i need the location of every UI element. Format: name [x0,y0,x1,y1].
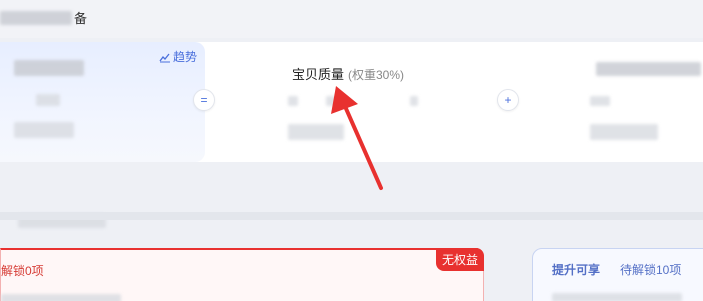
quality-metric-title: 宝贝质量 (权重30%) [292,64,404,83]
quality-title-text: 宝贝质量 [292,67,345,82]
blurred-header-text [0,10,72,25]
blurred-promo-item [552,293,682,301]
plus-operator: + [497,89,519,111]
promo-subtitle: 待解锁10项 [620,263,682,277]
promo-card[interactable]: 提升可享 待解锁10项 [532,248,703,301]
quality-weight: (权重30%) [348,68,405,82]
blurred-metric-label [14,60,84,76]
metric-total-panel: 趋势 [0,42,205,162]
blurred-metric-value [14,122,74,138]
blurred-quality-sublabel-1 [288,96,298,106]
blurred-metric-sublabel [36,94,60,106]
top-bar: 备 [0,0,703,38]
unlock-alert-card: 解锁0项 无权益 [0,248,484,301]
blurred-right-metric-title [596,62,701,76]
section-divider [0,212,703,220]
blurred-right-metric-sublabel [590,96,610,106]
blurred-quality-sublabel-2 [326,96,342,106]
unlock-count-text: 解锁0项 [1,264,44,278]
promo-title: 提升可享 [552,263,601,277]
equal-operator: = [193,89,215,111]
blurred-alert-description [1,294,121,301]
trend-chart-icon [159,53,170,62]
page-header: 备 [0,8,87,27]
promo-item-row [552,293,682,301]
header-title-suffix: 备 [74,11,88,26]
blurred-quality-sublabel-3 [410,96,418,106]
trend-link[interactable]: 趋势 [159,48,197,65]
blurred-right-metric-value [590,124,658,140]
no-benefit-badge: 无权益 [435,248,484,271]
metrics-card: 趋势 = 宝贝质量 (权重30%) + [0,42,703,162]
blurred-quality-value [288,124,344,140]
trend-label: 趋势 [172,50,197,64]
